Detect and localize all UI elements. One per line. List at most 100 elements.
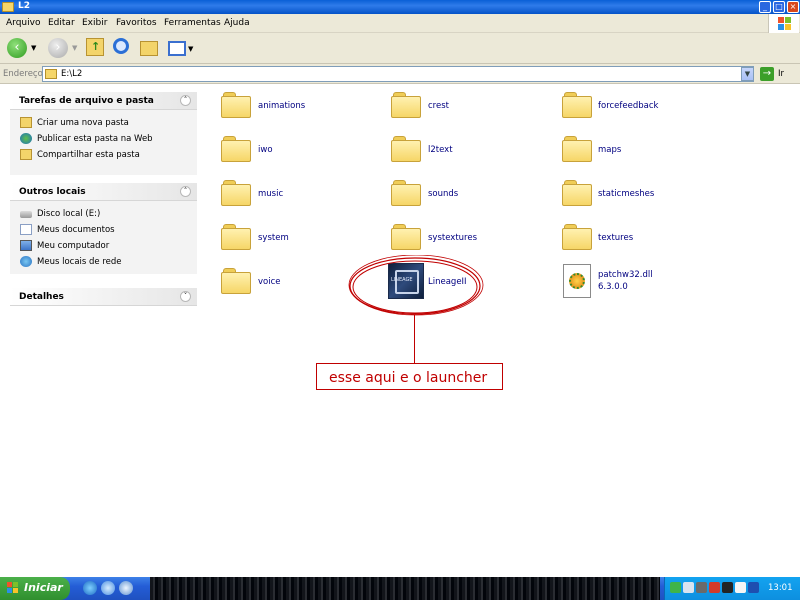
tray-app2-icon[interactable] (735, 582, 746, 593)
go-arrow-icon[interactable]: → (760, 67, 774, 81)
maximize-button[interactable]: □ (773, 1, 785, 13)
search-icon[interactable] (113, 38, 129, 54)
windows-logo-icon (7, 582, 19, 594)
shared-folder-icon (20, 149, 32, 160)
folder-icon[interactable] (391, 136, 421, 162)
address-input[interactable]: E:\L2 (42, 66, 754, 82)
windows-logo-icon (768, 14, 799, 33)
folder-label[interactable]: textures (598, 233, 633, 243)
place-label[interactable]: Meus documentos (37, 225, 115, 235)
go-button[interactable]: Ir (778, 69, 784, 79)
taskbar: Iniciar 13:01 (0, 577, 800, 600)
network-icon (20, 256, 32, 267)
menu-editar[interactable]: Editar (48, 18, 75, 28)
address-label: Endereço (3, 69, 43, 79)
address-value[interactable]: E:\L2 (61, 69, 82, 79)
close-button[interactable]: × (787, 1, 799, 13)
tray-app-icon[interactable] (722, 582, 733, 593)
computer-icon (20, 240, 32, 251)
task-label[interactable]: Publicar esta pasta na Web (37, 134, 153, 144)
folder-label[interactable]: iwo (258, 145, 273, 155)
folder-label[interactable]: forcefeedback (598, 101, 658, 111)
folders-icon[interactable] (140, 41, 158, 56)
back-icon[interactable]: ‹ (7, 38, 27, 58)
file-tasks-header[interactable]: Tarefas de arquivo e pasta ˄ (10, 92, 197, 110)
folder-icon[interactable] (391, 224, 421, 250)
tray-network-icon[interactable] (683, 582, 694, 593)
quicklaunch-icon[interactable] (119, 581, 133, 595)
views-icon[interactable] (168, 41, 186, 56)
address-bar: Endereço E:\L2 ▼ → Ir (0, 64, 800, 84)
folder-icon[interactable] (562, 92, 592, 118)
forward-dropdown-icon[interactable]: ▼ (72, 44, 77, 52)
folder-label[interactable]: l2text (428, 145, 453, 155)
folder-label[interactable]: staticmeshes (598, 189, 654, 199)
disk-drive-icon (20, 211, 32, 218)
forward-icon[interactable]: › (48, 38, 68, 58)
menu-ajuda[interactable]: Ajuda (224, 18, 250, 28)
file-label[interactable]: patchw32.dll (598, 270, 653, 280)
folder-icon[interactable] (391, 180, 421, 206)
minimize-button[interactable]: _ (759, 1, 771, 13)
toolbar: ‹ ▼ › ▼ ↑ ▼ (0, 33, 800, 64)
documents-icon (20, 224, 32, 235)
annotation-text: esse aqui e o launcher (329, 370, 488, 386)
place-label[interactable]: Disco local (E:) (37, 209, 100, 219)
file-tasks-panel: Tarefas de arquivo e pasta ˄ Criar uma n… (10, 92, 197, 175)
panel-title: Outros locais (19, 187, 86, 197)
media-icon[interactable] (101, 581, 115, 595)
folder-icon[interactable] (221, 224, 251, 250)
menu-bar: Arquivo Editar Exibir Favoritos Ferramen… (0, 14, 800, 33)
menu-favoritos[interactable]: Favoritos (116, 18, 157, 28)
start-button[interactable]: Iniciar (0, 577, 70, 600)
folder-icon[interactable] (221, 268, 251, 294)
title-bar[interactable]: L2 _ □ × (0, 0, 800, 14)
dll-file-icon[interactable] (563, 264, 591, 298)
collapse-icon[interactable]: ˄ (180, 95, 191, 106)
system-tray: 13:01 (664, 577, 800, 600)
menu-arquivo[interactable]: Arquivo (6, 18, 40, 28)
folder-label[interactable]: crest (428, 101, 449, 111)
panel-title: Detalhes (19, 292, 64, 302)
folder-icon (2, 2, 14, 12)
folder-label[interactable]: music (258, 189, 283, 199)
folder-icon[interactable] (562, 180, 592, 206)
folder-icon[interactable] (221, 180, 251, 206)
folder-label[interactable]: systextures (428, 233, 477, 243)
expand-icon[interactable]: ˅ (180, 291, 191, 302)
tray-app3-icon[interactable] (748, 582, 759, 593)
menu-exibir[interactable]: Exibir (82, 18, 107, 28)
tray-volume-icon[interactable] (696, 582, 707, 593)
folder-icon[interactable] (391, 92, 421, 118)
details-header[interactable]: Detalhes ˅ (10, 288, 197, 306)
folder-label[interactable]: animations (258, 101, 305, 111)
folder-label[interactable]: system (258, 233, 289, 243)
address-dropdown-icon[interactable]: ▼ (741, 67, 754, 81)
folder-icon[interactable] (221, 136, 251, 162)
place-label[interactable]: Meu computador (37, 241, 109, 251)
browser-icon[interactable] (83, 581, 97, 595)
folder-icon[interactable] (562, 136, 592, 162)
folder-label[interactable]: maps (598, 145, 621, 155)
folder-label[interactable]: sounds (428, 189, 458, 199)
details-panel: Detalhes ˅ (10, 288, 197, 306)
views-dropdown-icon[interactable]: ▼ (188, 45, 193, 53)
folder-icon[interactable] (562, 224, 592, 250)
tray-user-icon[interactable] (670, 582, 681, 593)
tray-shield-icon[interactable] (709, 582, 720, 593)
other-places-header[interactable]: Outros locais ˄ (10, 183, 197, 201)
clock[interactable]: 13:01 (768, 583, 793, 593)
file-version: 6.3.0.0 (598, 282, 628, 292)
folder-label[interactable]: voice (258, 277, 281, 287)
folder-icon (45, 69, 57, 79)
collapse-icon[interactable]: ˄ (180, 186, 191, 197)
place-label[interactable]: Meus locais de rede (37, 257, 122, 267)
back-dropdown-icon[interactable]: ▼ (31, 44, 36, 52)
task-label[interactable]: Compartilhar esta pasta (37, 150, 140, 160)
start-label[interactable]: Iniciar (24, 581, 63, 594)
task-label[interactable]: Criar uma nova pasta (37, 118, 129, 128)
task-pane: Tarefas de arquivo e pasta ˄ Criar uma n… (0, 85, 205, 577)
menu-ferramentas[interactable]: Ferramentas (164, 18, 221, 28)
folder-icon[interactable] (221, 92, 251, 118)
up-folder-icon[interactable]: ↑ (86, 38, 104, 56)
